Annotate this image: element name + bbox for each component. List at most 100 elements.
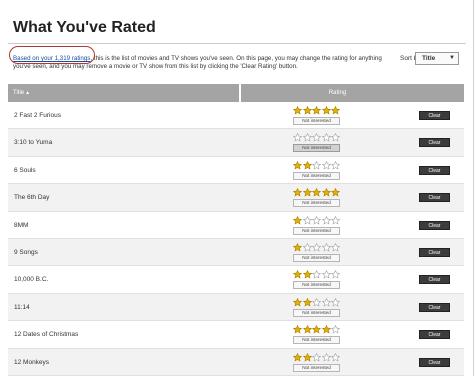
star-empty-icon[interactable]: [302, 215, 312, 225]
star-filled-icon[interactable]: [312, 188, 321, 197]
star-filled-icon[interactable]: [293, 352, 302, 362]
star-empty-icon[interactable]: [312, 352, 321, 362]
rating-cell: Not interested: [293, 297, 341, 317]
star-filled-icon[interactable]: [293, 106, 302, 115]
star-rating: [293, 106, 341, 115]
star-filled-icon[interactable]: [293, 160, 302, 170]
clear-rating-button[interactable]: Clear: [419, 220, 450, 230]
star-filled-icon[interactable]: [302, 352, 312, 362]
clear-rating-button[interactable]: Clear: [419, 193, 450, 203]
star-empty-icon[interactable]: [331, 215, 340, 225]
star-filled-icon[interactable]: [321, 106, 331, 115]
title-divider: [8, 43, 466, 44]
star-empty-icon[interactable]: [321, 352, 331, 362]
star-empty-icon[interactable]: [293, 133, 302, 142]
movie-title-link[interactable]: 12 Monkeys: [14, 349, 49, 376]
star-filled-icon[interactable]: [293, 270, 302, 279]
table-row: 2 Fast 2 Furious Not interested Clear: [8, 102, 464, 130]
table-row: 8MM Not interested Clear: [8, 212, 464, 239]
movie-title-link[interactable]: 2 Fast 2 Furious: [14, 102, 61, 129]
movie-title-link[interactable]: 12 Dates of Christmas: [14, 321, 78, 348]
star-empty-icon[interactable]: [331, 160, 340, 170]
not-interested-button[interactable]: Not interested: [293, 226, 340, 235]
table-row: 9 Songs Not interested Clear: [8, 238, 464, 267]
movie-title-link[interactable]: 10,000 B.C.: [14, 266, 48, 293]
rating-cell: Not interested: [293, 188, 341, 208]
star-filled-icon[interactable]: [321, 188, 331, 197]
star-filled-icon[interactable]: [312, 106, 321, 115]
not-interested-button[interactable]: Not interested: [293, 308, 340, 317]
sort-select[interactable]: Title ▼: [415, 52, 459, 65]
star-filled-icon[interactable]: [312, 325, 321, 334]
not-interested-button[interactable]: Not interested: [293, 363, 340, 372]
not-interested-button[interactable]: Not interested: [293, 253, 340, 262]
clear-rating-button[interactable]: Clear: [419, 111, 450, 120]
not-interested-button[interactable]: Not interested: [293, 199, 340, 208]
table-row: 12 Monkeys Not interested Clear: [8, 348, 464, 376]
star-filled-icon[interactable]: [302, 270, 312, 279]
star-filled-icon[interactable]: [302, 297, 312, 307]
not-interested-button[interactable]: Not interested: [293, 281, 340, 290]
rating-cell: Not interested: [293, 325, 341, 345]
star-filled-icon[interactable]: [293, 188, 302, 197]
star-filled-icon[interactable]: [302, 325, 312, 334]
clear-rating-button[interactable]: Clear: [419, 247, 450, 257]
star-filled-icon[interactable]: [331, 106, 340, 115]
not-interested-button[interactable]: Not interested: [293, 144, 340, 153]
clear-rating-button[interactable]: Clear: [419, 330, 450, 340]
star-empty-icon[interactable]: [331, 325, 340, 334]
star-empty-icon[interactable]: [312, 242, 321, 252]
star-rating: [293, 270, 341, 279]
star-empty-icon[interactable]: [312, 160, 321, 170]
movie-title-link[interactable]: 8MM: [14, 212, 28, 239]
clear-rating-button[interactable]: Clear: [419, 302, 450, 312]
star-empty-icon[interactable]: [302, 242, 312, 252]
star-empty-icon[interactable]: [312, 297, 321, 307]
star-empty-icon[interactable]: [331, 242, 340, 252]
movie-title-link[interactable]: 6 Souls: [14, 157, 36, 184]
star-empty-icon[interactable]: [331, 270, 340, 279]
not-interested-button[interactable]: Not interested: [293, 336, 340, 345]
star-empty-icon[interactable]: [331, 297, 340, 307]
star-filled-icon[interactable]: [293, 215, 302, 225]
star-empty-icon[interactable]: [312, 215, 321, 225]
table-header: Title▲ Rating: [8, 84, 464, 102]
star-filled-icon[interactable]: [321, 325, 331, 334]
ratings-table-body: 2 Fast 2 Furious Not interested Clear 3:10 …: [8, 102, 464, 376]
movie-title-link[interactable]: 9 Songs: [14, 239, 38, 266]
not-interested-button[interactable]: Not interested: [293, 117, 340, 125]
not-interested-button[interactable]: Not interested: [293, 171, 340, 180]
star-empty-icon[interactable]: [321, 270, 331, 279]
column-header-title[interactable]: Title▲: [8, 84, 239, 102]
star-empty-icon[interactable]: [321, 215, 331, 225]
star-empty-icon[interactable]: [321, 133, 331, 142]
star-rating: [293, 325, 341, 334]
clear-rating-button[interactable]: Clear: [419, 165, 450, 175]
clear-rating-button[interactable]: Clear: [419, 275, 450, 285]
star-filled-icon[interactable]: [302, 106, 312, 115]
star-empty-icon[interactable]: [312, 133, 321, 142]
star-empty-icon[interactable]: [331, 133, 340, 142]
star-empty-icon[interactable]: [321, 160, 331, 170]
star-filled-icon[interactable]: [293, 297, 302, 307]
table-row: 6 Souls Not interested Clear: [8, 157, 464, 185]
star-empty-icon[interactable]: [302, 133, 312, 142]
clear-rating-button[interactable]: Clear: [419, 138, 450, 148]
movie-title-link[interactable]: The 6th Day: [14, 184, 49, 211]
movie-title-link[interactable]: 3:10 to Yuma: [14, 129, 52, 156]
star-empty-icon[interactable]: [321, 297, 331, 307]
star-filled-icon[interactable]: [293, 325, 302, 334]
star-empty-icon[interactable]: [321, 242, 331, 252]
star-rating: [293, 133, 341, 142]
star-empty-icon[interactable]: [331, 352, 340, 362]
star-filled-icon[interactable]: [293, 242, 302, 252]
star-rating: [293, 160, 341, 170]
table-row: 12 Dates of Christmas Not interested Clear: [8, 321, 464, 349]
column-title-label: Title: [13, 90, 25, 96]
movie-title-link[interactable]: 11:14: [14, 294, 30, 321]
star-empty-icon[interactable]: [312, 270, 321, 279]
star-filled-icon[interactable]: [302, 188, 312, 197]
clear-rating-button[interactable]: Clear: [419, 357, 450, 367]
star-filled-icon[interactable]: [302, 160, 312, 170]
star-filled-icon[interactable]: [331, 188, 340, 197]
